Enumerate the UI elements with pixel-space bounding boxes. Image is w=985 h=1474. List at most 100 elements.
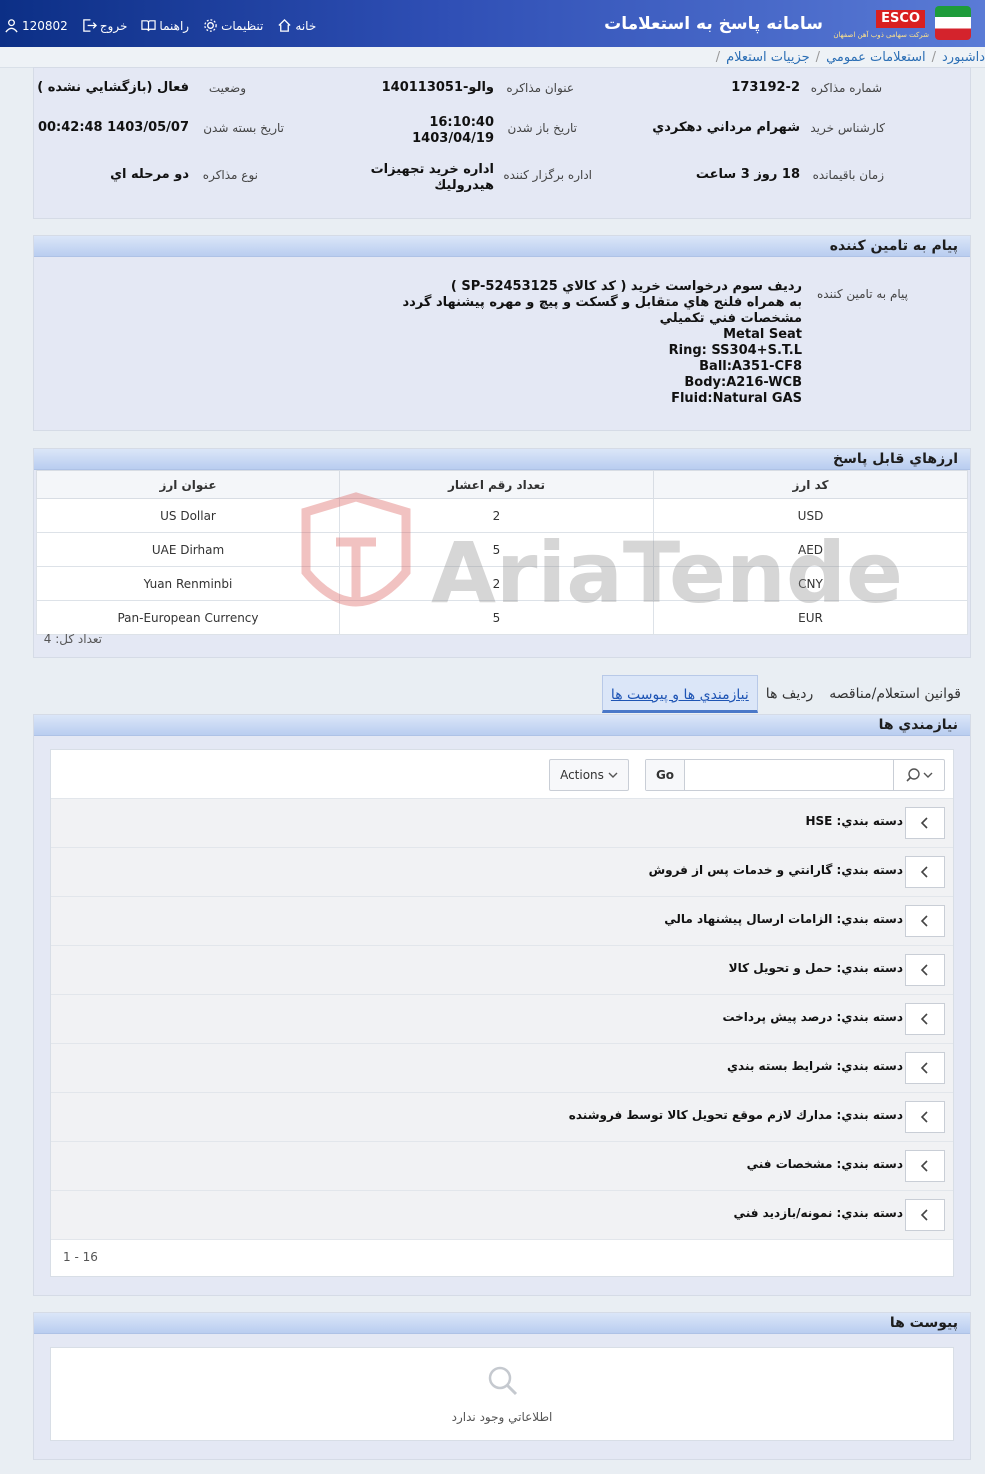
attachments-panel: پيوست ها اطلاعاتي وجود ندارد xyxy=(33,1312,971,1460)
expand-button[interactable] xyxy=(905,807,945,839)
user-id: 120802 xyxy=(22,18,68,33)
table-row[interactable]: CNY 2 Yuan Renminbi xyxy=(36,566,968,601)
expand-button[interactable] xyxy=(905,1003,945,1035)
message-line: به همراه فلنج هاي متقابل و گسکت و پيچ و … xyxy=(402,295,802,310)
esco-logo: ESCO xyxy=(876,10,925,28)
nav-settings-label: تنظيمات xyxy=(221,18,264,33)
expand-button[interactable] xyxy=(905,905,945,937)
requirement-row[interactable]: دسته بندي: گارانتي و خدمات پس از فروش xyxy=(51,848,953,897)
requirement-row[interactable]: دسته بندي: شرايط بسته بندي xyxy=(51,1044,953,1093)
chevron-left-icon xyxy=(920,964,928,976)
attachments-title: پيوست ها xyxy=(34,1313,970,1334)
currency-code: EUR xyxy=(653,600,968,635)
expand-button[interactable] xyxy=(905,856,945,888)
requirement-category: دسته بندي: حمل و تحويل کالا xyxy=(728,961,903,975)
close-date-label: تاريخ بسته شدن xyxy=(203,121,284,135)
search-input[interactable]: Go xyxy=(645,759,945,791)
status-label: وضعيت xyxy=(208,81,246,95)
chevron-left-icon xyxy=(920,866,928,878)
message-line: Metal Seat xyxy=(723,327,802,342)
expand-button[interactable] xyxy=(905,1150,945,1182)
chevron-left-icon xyxy=(920,1209,928,1221)
breadcrumb-separator: / xyxy=(715,49,721,65)
requirement-category: دسته بندي: مشخصات فني xyxy=(746,1157,903,1171)
message-line: Ball:A351-CF8 xyxy=(699,359,802,374)
top-header: ESCO شرکت سهامی ذوب آهن اصفهان سامانه پا… xyxy=(0,0,985,48)
column-header-code[interactable]: کد ارز xyxy=(653,470,968,499)
nav-user[interactable]: 120802 xyxy=(4,18,68,33)
expand-button[interactable] xyxy=(905,1199,945,1231)
requirement-category: دسته بندي: مدارك لازم موقع تحويل کالا تو… xyxy=(568,1108,903,1122)
tab-inquiry-rules[interactable]: قوانين استعلام/مناقصه xyxy=(821,675,969,713)
requirement-row[interactable]: دسته بندي: درصد پيش پرداخت xyxy=(51,995,953,1044)
breadcrumb-public-inquiries[interactable]: استعلامات عمومي xyxy=(826,50,926,65)
negotiation-type-label: نوع مذاکره xyxy=(202,168,258,182)
negotiation-title-label: عنوان مذاکره xyxy=(506,81,574,95)
go-button[interactable]: Go xyxy=(646,760,685,790)
app-title: سامانه پاسخ به استعلامات xyxy=(604,14,823,34)
table-row[interactable]: AED 5 UAE Dirham xyxy=(36,532,968,567)
home-icon xyxy=(278,18,291,32)
requirement-row[interactable]: دسته بندي: نمونه/بازديد فني xyxy=(51,1191,953,1240)
top-nav: خانه تنظيمات راهنما خروج 120802 xyxy=(4,18,316,33)
requirement-row[interactable]: دسته بندي: حمل و تحويل کالا xyxy=(51,946,953,995)
currencies-table: کد ارز تعداد رقم اعشار عنوان ارز USD 2 U… xyxy=(36,470,968,635)
table-row[interactable]: USD 2 US Dollar xyxy=(36,498,968,533)
currency-name: Pan-European Currency xyxy=(36,600,340,635)
nav-settings[interactable]: تنظيمات xyxy=(203,18,263,33)
close-date: 1403/05/07 00:42:48 xyxy=(37,120,189,135)
requirement-row[interactable]: دسته بندي: مشخصات فني xyxy=(51,1142,953,1191)
negotiation-number-label: شماره مذاکره xyxy=(810,81,882,95)
message-line: Fluid:Natural GAS xyxy=(671,391,802,406)
total-count: تعداد کل: 4 xyxy=(43,632,102,646)
currency-code: USD xyxy=(653,498,968,533)
negotiation-title: والو-140113051 xyxy=(381,80,494,95)
expand-button[interactable] xyxy=(905,1101,945,1133)
chevron-down-icon xyxy=(923,772,933,778)
message-line: Ring: SS304+S.T.L xyxy=(668,343,802,358)
requirement-category: دسته بندي: نمونه/بازديد فني xyxy=(733,1206,903,1220)
buyer-expert-label: کارشناس خريد xyxy=(810,121,885,135)
requirement-row[interactable]: دسته بندي: الزامات ارسال پيشنهاد مالي xyxy=(51,897,953,946)
expand-button[interactable] xyxy=(905,954,945,986)
column-header-decimals[interactable]: تعداد رقم اعشار xyxy=(339,470,654,499)
currency-decimals: 5 xyxy=(339,600,654,635)
requirements-title: نيازمندي ها xyxy=(34,715,970,736)
nav-logout[interactable]: خروج xyxy=(82,18,128,33)
actions-label: Actions xyxy=(560,768,604,782)
nav-logout-label: خروج xyxy=(99,18,128,33)
message-line: مشخصات فني تکميلي xyxy=(659,311,802,326)
logout-icon xyxy=(83,19,97,32)
organizer-line1: اداره خريد تجهيزات xyxy=(370,162,494,177)
column-header-name[interactable]: عنوان ارز xyxy=(36,470,340,499)
status-value: فعال (بازگشايي نشده ) xyxy=(37,80,189,95)
tab-requirements-attachments[interactable]: نيازمندي ها و پيوست ها xyxy=(601,675,758,713)
requirement-category: دسته بندي: الزامات ارسال پيشنهاد مالي xyxy=(664,912,903,926)
negotiation-number: 173192-2 xyxy=(731,80,800,95)
pagination-range: 1 - 16 xyxy=(63,1250,98,1264)
supplier-message-panel: پيام به تامين کننده پيام به تامين کننده … xyxy=(33,235,971,431)
search-column-selector[interactable] xyxy=(893,760,944,790)
search-icon xyxy=(906,768,920,782)
message-line: رديف سوم درخواست خريد ( کد کالاي SP-5245… xyxy=(450,279,802,294)
expand-button[interactable] xyxy=(905,1052,945,1084)
table-row[interactable]: EUR 5 Pan-European Currency xyxy=(36,600,968,635)
breadcrumb-dashboard[interactable]: داشبورد xyxy=(942,50,985,65)
requirement-row[interactable]: دسته بندي: مدارك لازم موقع تحويل کالا تو… xyxy=(51,1093,953,1142)
open-time: 16:10:40 xyxy=(429,115,494,130)
requirements-panel: نيازمندي ها Go Actions دسته بندي: HSE دس… xyxy=(33,714,971,1296)
breadcrumb-inquiry-details[interactable]: جزييات استعلام xyxy=(726,50,810,65)
nav-home-label: خانه xyxy=(295,18,317,33)
requirement-row[interactable]: دسته بندي: HSE xyxy=(51,799,953,848)
nav-home[interactable]: خانه xyxy=(277,18,316,33)
open-date: 1403/04/19 xyxy=(412,131,494,146)
supplier-message-title: پيام به تامين کننده xyxy=(34,236,970,257)
requirements-card: Go Actions دسته بندي: HSE دسته بندي: گار… xyxy=(50,749,954,1277)
actions-button[interactable]: Actions xyxy=(549,759,629,791)
tab-line-items[interactable]: رديف ها xyxy=(758,675,821,713)
negotiation-type: دو مرحله اي xyxy=(110,167,189,182)
attachments-card: اطلاعاتي وجود ندارد xyxy=(50,1347,954,1441)
book-icon xyxy=(141,20,157,32)
requirements-toolbar: Go Actions xyxy=(51,750,953,799)
nav-help[interactable]: راهنما xyxy=(141,18,189,33)
